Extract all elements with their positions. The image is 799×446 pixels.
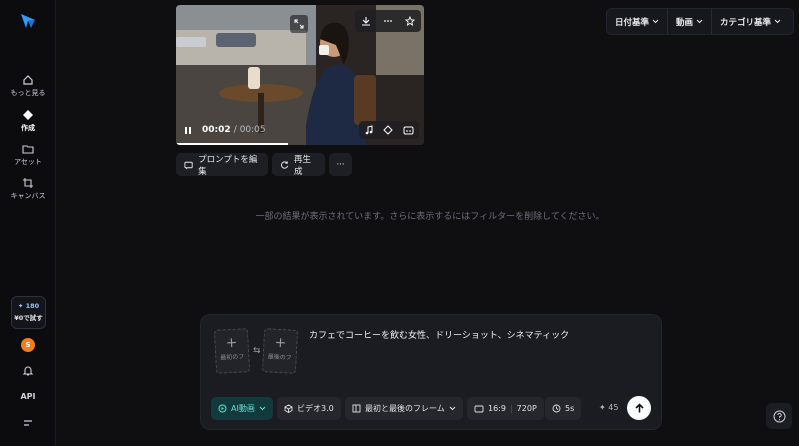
chevron-down-icon <box>696 19 703 24</box>
create-diamond-icon <box>23 110 33 120</box>
last-frame-upload[interactable]: + 最後のフ <box>261 328 299 374</box>
chevron-down-icon <box>652 19 659 24</box>
help-button[interactable] <box>766 403 792 429</box>
chevron-down-icon <box>259 406 266 411</box>
chevron-down-icon <box>774 19 781 24</box>
favorite-star-icon[interactable] <box>405 16 415 26</box>
frames-mode-label: 最初と最後のフレーム <box>365 404 445 413</box>
more-actions-button[interactable]: ··· <box>329 153 352 176</box>
chevron-down-icon <box>449 406 456 411</box>
sidebar-item-label: もっと見る <box>10 89 46 97</box>
more-options-icon[interactable] <box>383 16 393 26</box>
bell-icon <box>22 366 34 376</box>
duration-select[interactable]: 5s <box>545 397 582 420</box>
prompt-input[interactable]: カフェでコーヒーを飲む女性、ドリーショット、シネマティック <box>309 328 569 341</box>
plus-icon: + <box>225 334 238 352</box>
video-controls: 00:02 / 00:05 <box>176 118 424 142</box>
diamond-icon[interactable] <box>383 125 394 135</box>
video-extra-controls <box>359 121 419 139</box>
frames-icon <box>352 404 361 413</box>
generate-button[interactable] <box>627 396 651 420</box>
video-toolbar <box>355 10 421 32</box>
model-select[interactable]: ビデオ3.0 <box>277 397 341 420</box>
sidebar-item-label: 作成 <box>21 124 35 132</box>
filter-type[interactable]: 動画 <box>667 9 711 34</box>
filter-label: 動画 <box>676 17 694 28</box>
filter-notice: 一部の結果が表示されています。さらに表示するにはフィルターを削除してください。 <box>255 212 605 222</box>
total-time: / 00:05 <box>233 125 266 135</box>
filter-date[interactable]: 日付基準 <box>607 9 667 34</box>
credits-count: ✦ 180 <box>17 302 40 310</box>
pause-icon[interactable] <box>184 126 192 135</box>
regenerate-label: 再生成 <box>294 154 312 177</box>
first-frame-upload[interactable]: + 最初のフ <box>213 328 251 374</box>
expand-icon <box>294 19 304 29</box>
separator: | <box>509 404 513 413</box>
home-icon <box>23 75 33 85</box>
menu-button[interactable] <box>0 418 56 431</box>
aspect-ratio-icon <box>474 405 484 412</box>
sidebar-item-create[interactable]: 作成 <box>0 109 56 133</box>
duration-label: 5s <box>565 404 575 413</box>
trial-cta-label: ¥0で試す <box>14 314 43 322</box>
prompt-composer: + 最初のフ ⇆ + 最後のフ カフェでコーヒーを飲む女性、ドリーショット、シネ… <box>200 314 662 430</box>
arrow-up-icon <box>634 402 644 412</box>
regenerate-button[interactable]: 再生成 <box>272 153 325 177</box>
first-frame-label: 最初のフ <box>220 353 245 362</box>
expand-button[interactable] <box>290 15 308 33</box>
frames-mode-select[interactable]: 最初と最後のフレーム <box>345 397 463 420</box>
filter-category[interactable]: カテゴリ基準 <box>711 9 789 34</box>
last-frame-label: 最後のフ <box>267 353 292 362</box>
sidebar-item-canvas[interactable]: キャンバス <box>0 177 56 201</box>
sidebar-item-label: キャンバス <box>10 192 46 200</box>
swap-frames-icon[interactable]: ⇆ <box>253 346 261 356</box>
help-icon <box>773 410 785 422</box>
canvas-crop-icon <box>23 178 33 188</box>
ai-video-icon <box>218 404 227 413</box>
video-timestamp: 00:02 / 00:05 <box>202 125 266 135</box>
api-link[interactable]: API <box>0 392 56 401</box>
filter-label: 日付基準 <box>615 17 650 28</box>
free-trial-button[interactable]: ✦ 180 ¥0で試す <box>11 296 46 329</box>
credit-cost: ✦ 45 <box>599 403 619 412</box>
folder-icon <box>22 145 34 154</box>
music-note-icon[interactable] <box>364 125 374 135</box>
filter-label: カテゴリ基準 <box>720 17 772 28</box>
sidebar-item-label: アセット <box>14 158 42 166</box>
refresh-icon <box>281 160 289 169</box>
sidebar-item-assets[interactable]: アセット <box>0 143 56 167</box>
edit-prompt-button[interactable]: プロンプトを編集 <box>176 153 268 177</box>
logo-icon[interactable] <box>19 12 37 30</box>
aspect-ratio-label: 16:9 <box>488 404 506 413</box>
clock-icon <box>552 404 561 413</box>
aspect-resolution-select[interactable]: 16:9 | 720P <box>467 397 544 420</box>
download-icon[interactable] <box>361 16 371 26</box>
cube-icon <box>284 404 293 413</box>
menu-lines-icon <box>24 420 32 426</box>
captions-icon[interactable] <box>403 126 414 135</box>
current-time: 00:02 <box>202 125 231 135</box>
edit-prompt-icon <box>184 161 193 169</box>
filter-bar: 日付基準 動画 カテゴリ基準 <box>606 8 794 35</box>
notification-bell[interactable] <box>0 365 56 380</box>
edit-prompt-label: プロンプトを編集 <box>198 154 258 177</box>
mode-label: AI動画 <box>231 404 255 413</box>
model-label: ビデオ3.0 <box>297 404 334 413</box>
avatar[interactable]: S <box>21 338 35 352</box>
sidebar-item-more[interactable]: もっと見る <box>0 74 56 98</box>
plus-icon: + <box>274 334 287 352</box>
mode-select[interactable]: AI動画 <box>211 397 273 420</box>
resolution-label: 720P <box>516 404 537 413</box>
sidebar: もっと見る 作成 アセット キャンバス ✦ 180 ¥0で試す S API <box>0 0 56 446</box>
